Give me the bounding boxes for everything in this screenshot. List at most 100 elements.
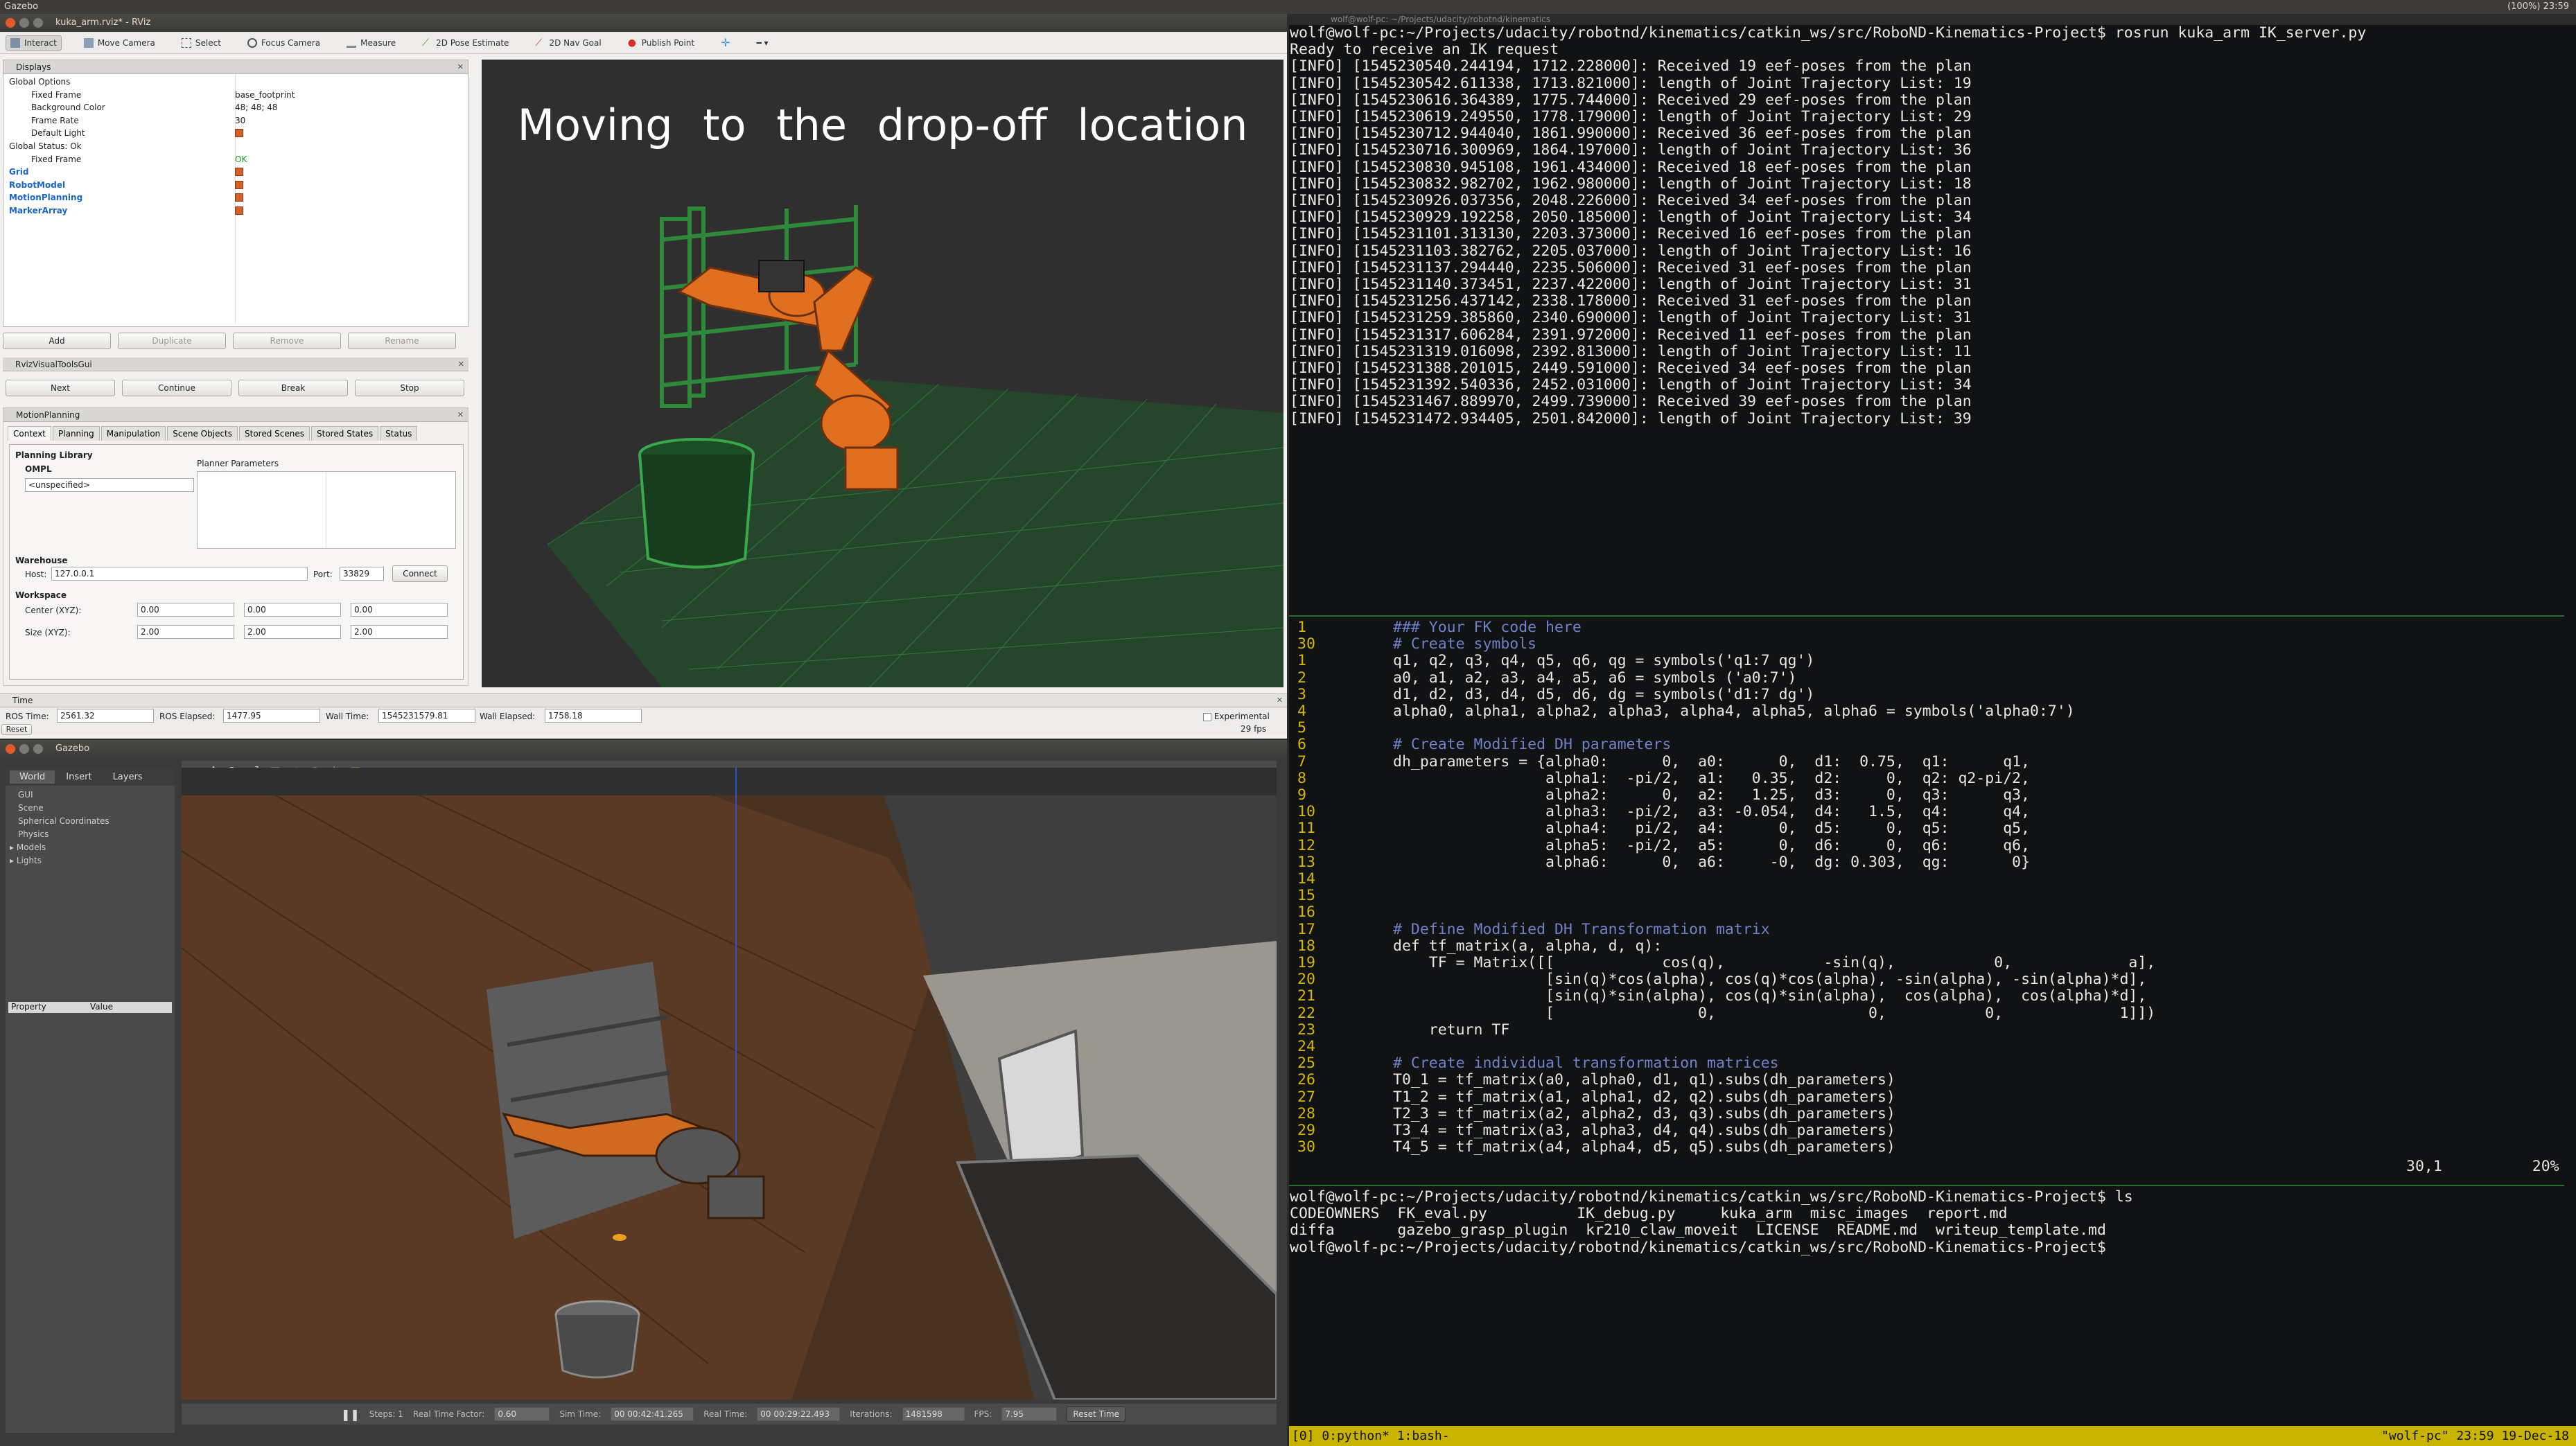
gazebo-3d-scene[interactable] (182, 768, 1277, 1400)
terminal-titlebar[interactable]: wolf@wolf-pc: ~/Projects/udacity/robotnd… (1289, 14, 2576, 25)
display-row[interactable]: Fixed Frame OK (3, 153, 464, 166)
reset-time-button[interactable]: Reset Time (1067, 1407, 1126, 1422)
terminal-line: [INFO] [1545231140.373451, 2237.422000]:… (1290, 276, 1972, 294)
checkbox-icon[interactable] (235, 193, 243, 202)
host-label: Host: (25, 570, 47, 579)
reset-button[interactable]: Reset (1, 724, 32, 735)
checkbox-icon[interactable] (235, 168, 243, 177)
size-y-input[interactable]: 2.00 (244, 625, 341, 639)
select-button[interactable]: Select (177, 36, 225, 50)
add-tool-button[interactable]: ✛ (717, 34, 734, 51)
stop-button[interactable]: Stop (355, 380, 464, 396)
vim-pane[interactable]: 1 ### Your FK code here 30 # Create symbols… (1289, 619, 2576, 1156)
tree-item[interactable]: GUI (18, 788, 175, 802)
tree-item[interactable]: Scene (18, 802, 175, 815)
experimental-checkbox[interactable]: Experimental (1203, 712, 1270, 721)
close-icon[interactable]: ✕ (458, 358, 464, 371)
tab-context[interactable]: Context (8, 426, 52, 441)
remove-button[interactable]: Remove (233, 333, 341, 349)
checkbox-icon[interactable] (235, 206, 243, 215)
close-icon[interactable] (6, 18, 15, 28)
display-row[interactable]: Default Light (3, 127, 464, 139)
connect-button[interactable]: Connect (392, 565, 448, 582)
display-row[interactable]: Background Color 48; 48; 48 (3, 101, 464, 114)
tab-layers[interactable]: Layers (103, 770, 152, 784)
tab-stored-states[interactable]: Stored States (311, 426, 379, 441)
duplicate-button[interactable]: Duplicate (118, 333, 226, 349)
size-z-input[interactable]: 2.00 (351, 625, 448, 639)
minimize-icon[interactable] (19, 18, 29, 28)
expand-icon[interactable]: ▸ (10, 856, 17, 865)
focus-camera-button[interactable]: Focus Camera (243, 36, 324, 50)
rviz-titlebar[interactable]: kuka_arm.rviz* - RViz (0, 14, 1287, 32)
display-row[interactable]: Grid (3, 166, 464, 178)
center-z-input[interactable]: 0.00 (351, 603, 448, 617)
display-row[interactable]: Global Status: Ok (3, 140, 464, 152)
rviz-3d-viewport[interactable]: Moving to the drop-off location (482, 60, 1283, 687)
planner-select[interactable]: <unspecified> (25, 478, 194, 492)
tree-item[interactable]: Physics (18, 828, 175, 841)
pose-estimate-button[interactable]: ⟋ 2D Pose Estimate (418, 36, 513, 50)
tab-planning[interactable]: Planning (53, 426, 100, 441)
center-y-input[interactable]: 0.00 (244, 603, 341, 617)
tab-world[interactable]: World (10, 770, 55, 784)
display-row[interactable]: Global Options (3, 76, 464, 88)
motion-planning-panel: MotionPlanning ✕ Context Planning Manipulat… (3, 407, 468, 686)
minimize-icon[interactable] (19, 744, 29, 754)
line-number: 2 (1297, 669, 1306, 687)
gazebo-titlebar[interactable]: Gazebo (0, 740, 1287, 758)
add-button[interactable]: Add (3, 333, 111, 349)
tab-stored-scenes[interactable]: Stored Scenes (239, 426, 310, 441)
center-x-input[interactable]: 0.00 (137, 603, 234, 617)
expand-icon[interactable]: ▸ (10, 843, 17, 852)
host-input[interactable]: 127.0.0.1 (51, 567, 308, 581)
pause-icon[interactable]: ❚❚ (341, 1408, 360, 1421)
tool-menu-button[interactable]: ━ ▾ (753, 36, 773, 50)
code-line: 29 T3_4 = tf_matrix(a3, alpha3, d4, q4).s… (1289, 1122, 2576, 1139)
tab-manipulation[interactable]: Manipulation (100, 426, 166, 441)
next-button[interactable]: Next (6, 380, 115, 396)
interact-tool-button[interactable]: Interact (6, 35, 62, 51)
tree-item[interactable]: ▸ Models (10, 841, 175, 854)
display-row[interactable]: MotionPlanning (3, 191, 464, 204)
maximize-icon[interactable] (33, 18, 43, 28)
close-icon[interactable]: ✕ (457, 408, 464, 422)
close-icon[interactable] (6, 744, 15, 754)
line-number: 22 (1297, 1004, 1315, 1022)
tab-status[interactable]: Status (380, 426, 418, 441)
measure-button[interactable]: Measure (342, 36, 400, 50)
tab-insert[interactable]: Insert (56, 770, 101, 784)
steps-control[interactable]: Steps: 1 (369, 1409, 403, 1419)
close-icon[interactable]: ✕ (457, 60, 464, 74)
continue-button[interactable]: Continue (122, 380, 231, 396)
code-line: 21 [sin(q)*sin(alpha), cos(q)*sin(alpha)… (1289, 988, 2576, 1005)
break-button[interactable]: Break (238, 380, 348, 396)
close-icon[interactable]: ✕ (1277, 694, 1283, 707)
checkbox-icon[interactable] (235, 180, 243, 189)
displays-tree[interactable]: Global Options Fixed Frame base_footprint B… (3, 76, 468, 283)
terminal-line: [INFO] [1545230619.249550, 1778.179000]:… (1290, 108, 1972, 126)
port-input[interactable]: 33829 (340, 567, 384, 581)
display-row[interactable]: Fixed Frame base_footprint (3, 89, 464, 101)
maximize-icon[interactable] (33, 744, 43, 754)
terminal-line: [INFO] [1545231101.313130, 2203.373000]:… (1290, 225, 1972, 243)
shell-pane[interactable]: wolf@wolf-pc:~/Projects/udacity/robotnd/… (1290, 1188, 2133, 1256)
checkbox-icon[interactable] (235, 129, 243, 138)
world-tree[interactable]: GUI Scene Spherical Coordinates Physics ▸ Mo… (6, 786, 175, 867)
nav-goal-button[interactable]: ⟋ 2D Nav Goal (531, 36, 605, 50)
size-x-input[interactable]: 2.00 (137, 625, 234, 639)
publish-point-button[interactable]: ● Publish Point (624, 36, 699, 50)
tab-scene-objects[interactable]: Scene Objects (167, 426, 238, 441)
code-line: 10 alpha3: -pi/2, a3: -0.054, d4: 1.5, q… (1289, 804, 2576, 820)
tree-item[interactable]: Spherical Coordinates (18, 815, 175, 828)
move-camera-button[interactable]: Move Camera (80, 36, 159, 50)
tree-item[interactable]: ▸ Lights (10, 854, 175, 867)
display-row[interactable]: Frame Rate 30 (3, 114, 464, 127)
system-tray[interactable]: (100%) 23:59 (2507, 0, 2569, 14)
display-row[interactable]: RobotModel (3, 179, 464, 191)
planner-params-table[interactable] (197, 471, 456, 549)
ik-server-pane[interactable]: wolf@wolf-pc:~/Projects/udacity/robotnd/… (1289, 24, 2576, 427)
rename-button[interactable]: Rename (348, 333, 456, 349)
display-row[interactable]: MarkerArray (3, 204, 464, 217)
terminal-window[interactable]: wolf@wolf-pc: ~/Projects/udacity/robotnd… (1289, 14, 2576, 1446)
